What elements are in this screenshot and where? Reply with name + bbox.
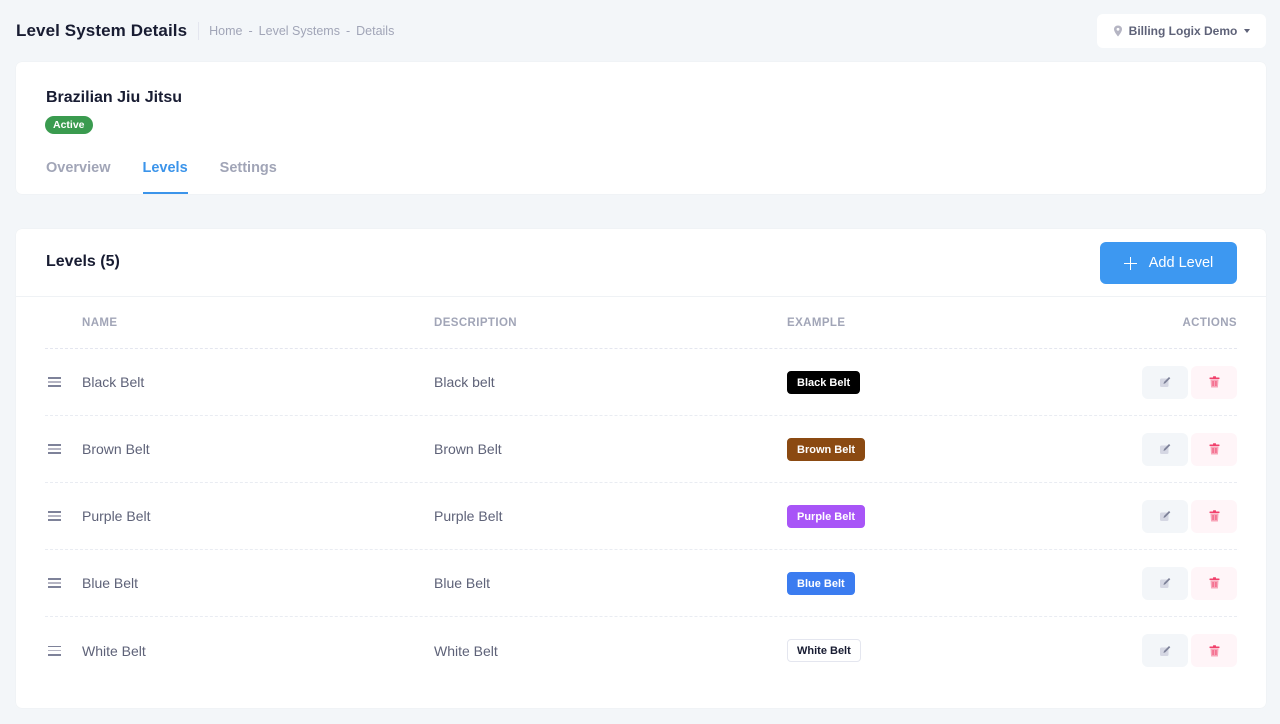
edit-icon: [1160, 377, 1171, 387]
column-header-example: EXAMPLE: [787, 317, 846, 329]
edit-button[interactable]: [1142, 432, 1188, 466]
column-header-name: NAME: [82, 317, 118, 329]
drag-handle-icon[interactable]: [48, 377, 61, 387]
edit-button[interactable]: [1142, 566, 1188, 600]
delete-button[interactable]: [1191, 499, 1237, 533]
actions-cell: [1117, 432, 1237, 466]
belt-example-badge: White Belt: [787, 639, 861, 662]
breadcrumb-level-systems[interactable]: Level Systems: [259, 24, 340, 38]
trash-icon: [1209, 510, 1219, 522]
map-pin-icon: [1113, 25, 1122, 37]
plus-icon: [1123, 256, 1137, 270]
table-body: Black Belt Black belt Black Belt Brown B…: [45, 349, 1237, 684]
edit-button[interactable]: [1142, 365, 1188, 399]
levels-title: Levels (5): [46, 253, 120, 270]
add-level-label: Add Level: [1148, 255, 1214, 271]
edit-icon: [1160, 444, 1171, 454]
level-name: Brown Belt: [82, 441, 150, 457]
level-name: Blue Belt: [82, 575, 139, 591]
trash-icon: [1209, 644, 1219, 656]
table-row: White Belt White Belt White Belt: [45, 617, 1237, 684]
drag-handle-icon[interactable]: [48, 444, 61, 454]
status-badge: Active: [45, 116, 93, 134]
level-description: Purple Belt: [434, 508, 503, 524]
table-row: Blue Belt Blue Belt Blue Belt: [45, 550, 1237, 617]
breadcrumb-home[interactable]: Home: [209, 24, 242, 38]
table-row: Black Belt Black belt Black Belt: [45, 349, 1237, 416]
table-header: NAME DESCRIPTION EXAMPLE ACTIONS: [45, 298, 1237, 349]
edit-icon: [1160, 578, 1171, 588]
trash-icon: [1209, 443, 1219, 455]
delete-button[interactable]: [1191, 566, 1237, 600]
actions-cell: [1117, 634, 1237, 667]
delete-button[interactable]: [1191, 432, 1237, 466]
entity-name: Brazilian Jiu Jitsu: [46, 89, 183, 106]
page-toolbar: Level System Details Home - Level System…: [16, 14, 1266, 48]
table-row: Brown Belt Brown Belt Brown Belt: [45, 416, 1237, 483]
level-description: White Belt: [434, 642, 498, 659]
trash-icon: [1209, 376, 1219, 388]
example-cell: Purple Belt: [787, 504, 1117, 528]
actions-cell: [1117, 499, 1237, 533]
drag-handle-icon[interactable]: [48, 578, 61, 588]
example-cell: White Belt: [787, 639, 1117, 662]
belt-example-badge: Black Belt: [787, 370, 861, 394]
drag-handle-icon[interactable]: [48, 645, 61, 656]
drag-handle-cell: [45, 444, 82, 454]
add-level-button[interactable]: Add Level: [1100, 242, 1237, 284]
belt-example-badge: Purple Belt: [787, 504, 866, 528]
tab-overview[interactable]: Overview: [46, 148, 111, 194]
edit-button[interactable]: [1142, 634, 1188, 667]
entity-summary-card: Brazilian Jiu Jitsu Active Overview Leve…: [16, 62, 1266, 194]
actions-cell: [1117, 365, 1237, 399]
drag-handle-icon[interactable]: [48, 511, 61, 521]
organization-selector[interactable]: Billing Logix Demo: [1097, 14, 1266, 48]
tabs: Overview Levels Settings: [46, 148, 309, 194]
level-description: Blue Belt: [434, 575, 491, 591]
caret-down-icon: [1244, 29, 1251, 33]
column-header-actions: ACTIONS: [1182, 317, 1237, 329]
level-description: Black belt: [434, 374, 495, 390]
tab-levels[interactable]: Levels: [142, 148, 188, 194]
actions-cell: [1117, 566, 1237, 600]
example-cell: Black Belt: [787, 370, 1117, 394]
drag-handle-cell: [45, 578, 82, 588]
page-title: Level System Details: [16, 21, 188, 40]
breadcrumb-details: Details: [356, 24, 395, 38]
level-name: Purple Belt: [82, 508, 151, 524]
levels-card-header: Levels (5) Add Level: [16, 229, 1266, 297]
levels-card: Levels (5) Add Level NAME DESCRIPTION EX…: [16, 229, 1266, 708]
example-cell: Blue Belt: [787, 571, 1117, 595]
drag-handle-cell: [45, 377, 82, 387]
level-description: Brown Belt: [434, 441, 502, 457]
trash-icon: [1209, 577, 1219, 589]
belt-example-badge: Brown Belt: [787, 437, 866, 461]
level-name: Black Belt: [82, 374, 145, 390]
breadcrumb-separator: -: [248, 24, 253, 38]
drag-handle-cell: [45, 645, 82, 656]
title-divider: [198, 22, 200, 40]
edit-icon: [1160, 511, 1171, 521]
belt-example-badge: Blue Belt: [787, 571, 855, 595]
column-header-description: DESCRIPTION: [434, 317, 517, 329]
breadcrumb: Home - Level Systems - Details: [209, 24, 394, 38]
edit-icon: [1160, 645, 1171, 656]
breadcrumb-separator: -: [345, 24, 351, 38]
example-cell: Brown Belt: [787, 437, 1117, 461]
table-row: Purple Belt Purple Belt Purple Belt: [45, 483, 1237, 550]
delete-button[interactable]: [1191, 365, 1237, 399]
drag-handle-cell: [45, 511, 82, 521]
levels-table: NAME DESCRIPTION EXAMPLE ACTIONS Black B…: [45, 298, 1237, 684]
tab-settings[interactable]: Settings: [220, 148, 277, 194]
delete-button[interactable]: [1191, 634, 1237, 667]
organization-name: Billing Logix Demo: [1128, 24, 1238, 38]
edit-button[interactable]: [1142, 499, 1188, 533]
level-name: White Belt: [82, 642, 146, 659]
